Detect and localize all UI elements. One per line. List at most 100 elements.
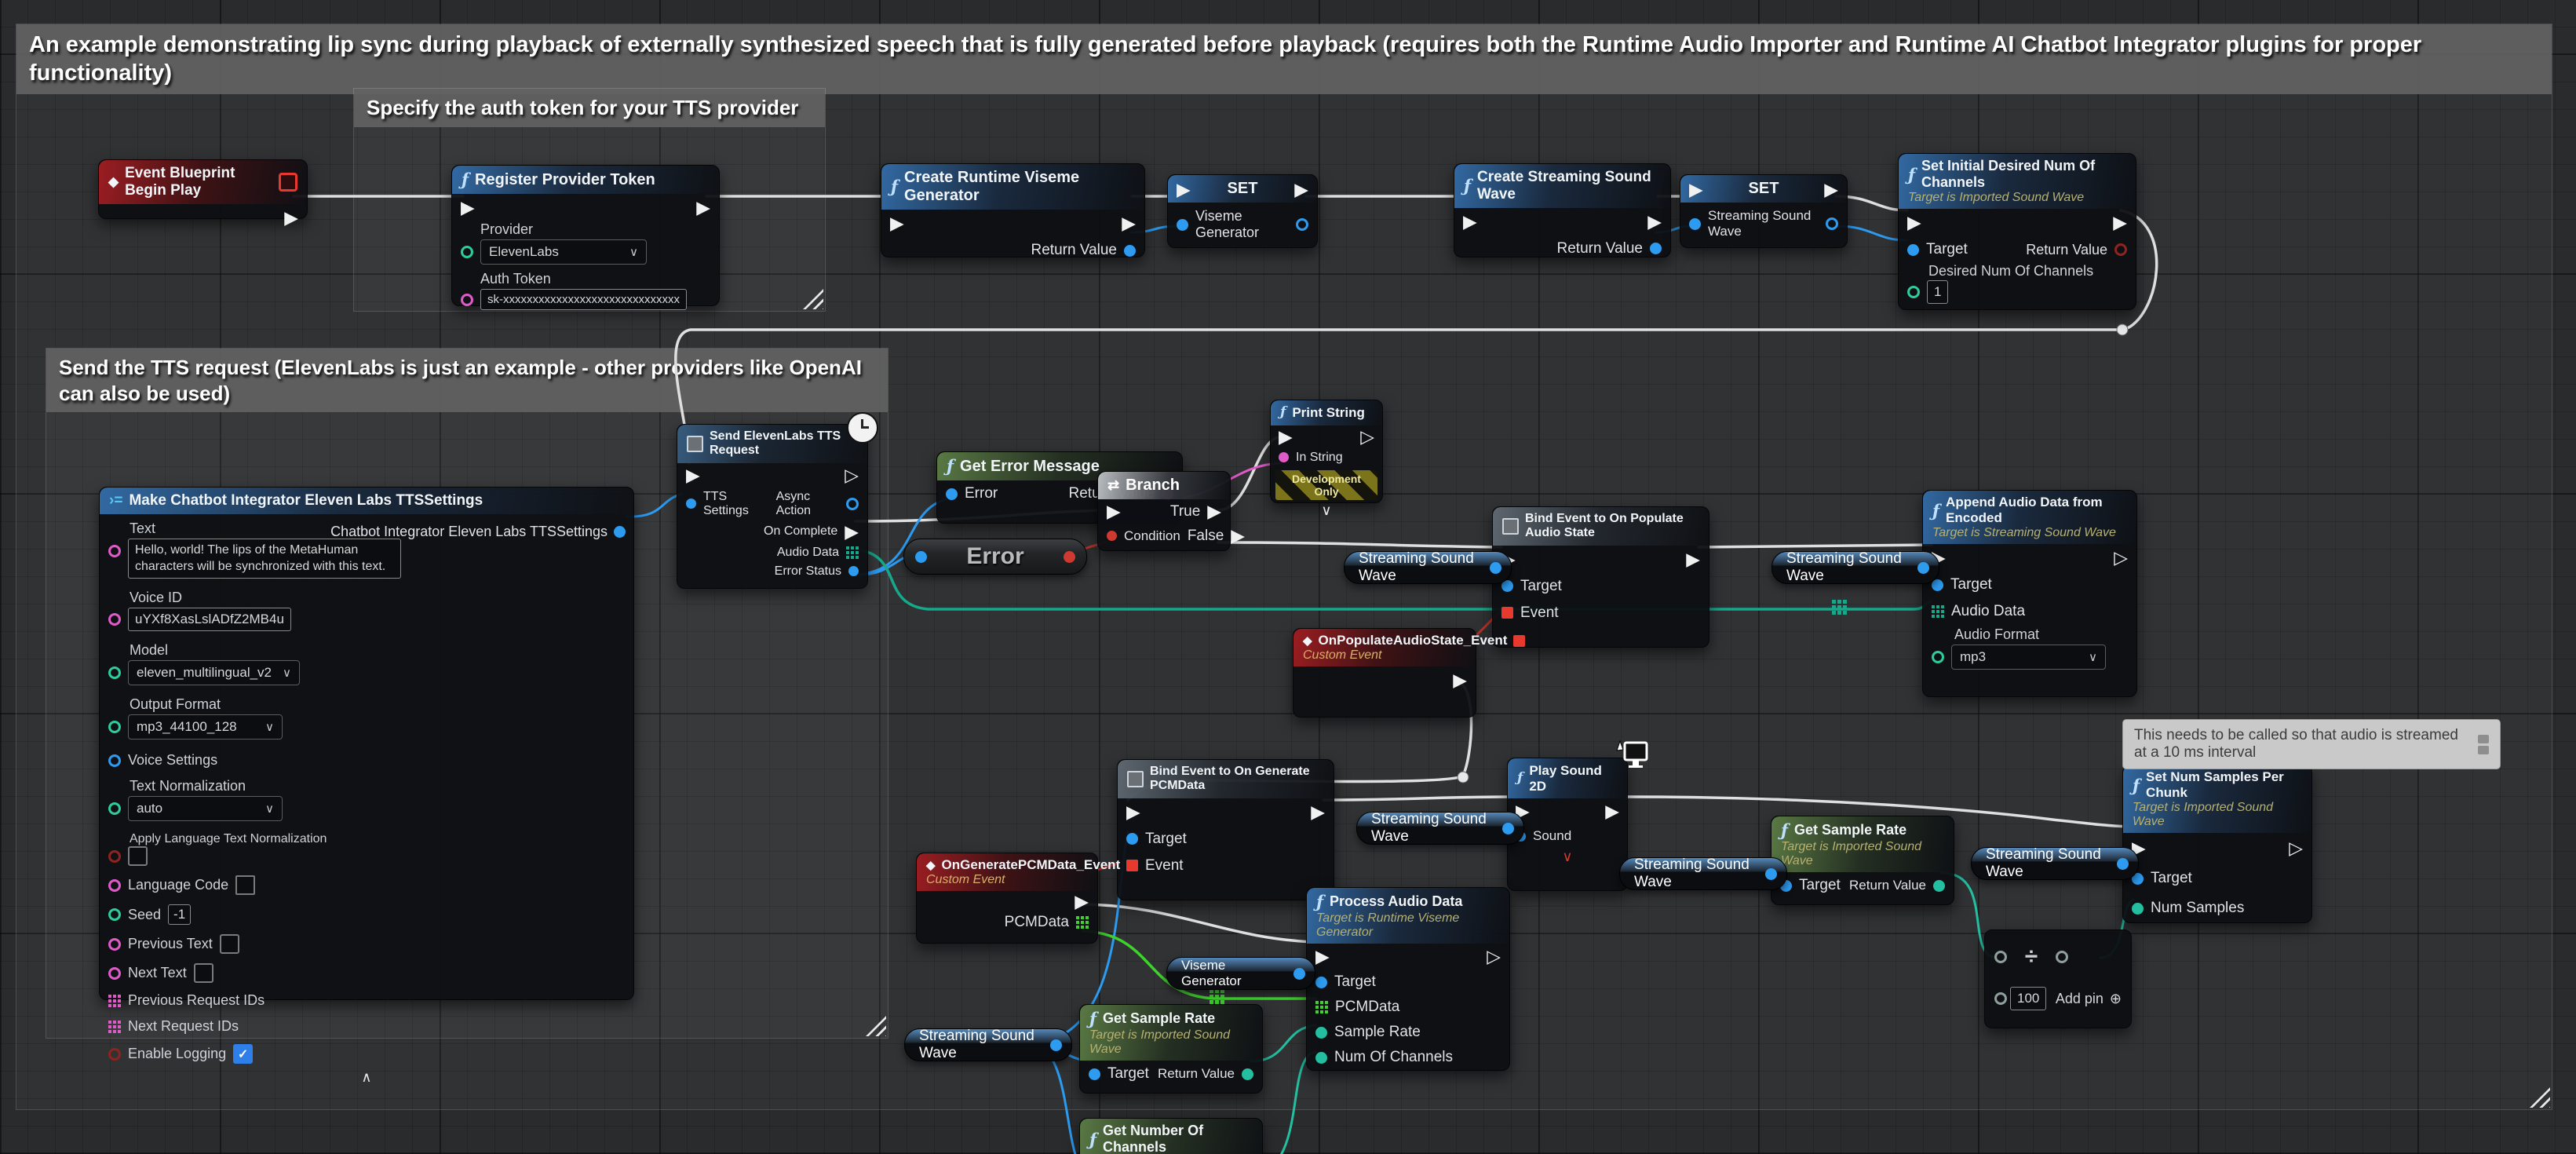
text-pin[interactable] — [108, 545, 121, 557]
node-divide[interactable]: ÷ 100 Add pin⊕ — [1984, 929, 2132, 1028]
previous-text-input[interactable] — [220, 934, 239, 954]
exec-out-pin[interactable]: ▶ — [696, 199, 710, 217]
text-normalization-dropdown[interactable]: auto∨ — [128, 796, 283, 821]
auth-token-input[interactable]: sk-xxxxxxxxxxxxxxxxxxxxxxxxxxxxxx — [480, 289, 687, 310]
exec-out-pin[interactable]: ▶ — [2113, 214, 2127, 232]
delegate-pin[interactable] — [1126, 860, 1138, 871]
exec-out-pin[interactable]: ▷ — [845, 466, 859, 484]
exec-out-pin[interactable]: ▶ — [1294, 181, 1308, 199]
text-normalization-pin[interactable] — [108, 802, 121, 815]
exec-in-pin[interactable]: ▶ — [1126, 803, 1140, 821]
desired-num-channels-input[interactable]: 1 — [1927, 280, 1948, 304]
getter-out-pin[interactable] — [1293, 968, 1305, 980]
exec-in-pin[interactable]: ▶ — [1177, 181, 1191, 199]
exec-out-pin[interactable]: ▶ — [1075, 893, 1089, 911]
exec-in-pin[interactable]: ▶ — [1315, 948, 1330, 966]
target-pin[interactable] — [1907, 244, 1919, 256]
node-append-audio-data-encoded[interactable]: ƒ Append Audio Data from Encoded Target … — [1922, 490, 2137, 697]
provider-dropdown[interactable]: ElevenLabs∨ — [480, 239, 647, 265]
getter-streaming-sound-wave[interactable]: Streaming Sound Wave — [1771, 551, 1939, 584]
return-value-pin[interactable] — [1933, 880, 1945, 892]
delegate-pin[interactable] — [1513, 635, 1525, 647]
voice-id-pin[interactable] — [108, 613, 121, 626]
expand-chevron-icon[interactable]: ∨ — [1508, 848, 1627, 868]
getter-streaming-sound-wave[interactable]: Streaming Sound Wave — [1344, 551, 1512, 584]
exec-out-pin[interactable]: ▶ — [1311, 803, 1325, 821]
exec-in-pin[interactable]: ▶ — [1907, 214, 1921, 232]
divide-input-b-value[interactable]: 100 — [2010, 987, 2046, 1010]
exec-in-pin[interactable]: ▶ — [890, 214, 904, 232]
exec-out-pin[interactable]: ▶ — [1647, 213, 1662, 231]
exec-out-pin[interactable]: ▷ — [1487, 948, 1501, 966]
getter-viseme-generator[interactable]: Viseme Generator — [1166, 957, 1315, 990]
num-channels-pin[interactable] — [1315, 1052, 1327, 1064]
audio-format-pin[interactable] — [1932, 651, 1944, 663]
getter-out-pin[interactable] — [1502, 823, 1514, 834]
node-create-streaming-sound-wave[interactable]: ƒ Create Streaming Sound Wave ▶ ▶ Return… — [1454, 163, 1671, 257]
node-event-begin-play[interactable]: ◆ Event Blueprint Begin Play ▶ — [98, 159, 308, 219]
seed-pin[interactable] — [108, 908, 121, 921]
error-status-pin[interactable] — [848, 566, 859, 576]
async-action-pin[interactable] — [846, 498, 859, 510]
target-pin[interactable] — [1126, 833, 1138, 845]
getter-out-pin[interactable] — [1490, 562, 1501, 574]
node-set-streaming-sound-wave[interactable]: SET ▶ ▶ Streaming Sound Wave — [1680, 174, 1848, 248]
enable-logging-checkbox[interactable]: ✓ — [233, 1044, 253, 1064]
var-in-pin[interactable] — [1177, 219, 1188, 231]
collapse-chevron-icon[interactable]: ∧ — [100, 1068, 633, 1089]
condition-pin[interactable] — [1107, 531, 1117, 541]
getter-streaming-sound-wave[interactable]: Streaming Sound Wave — [1356, 812, 1524, 845]
node-make-tts-settings[interactable]: ›= Make Chatbot Integrator Eleven Labs T… — [99, 487, 634, 1000]
node-on-generate-pcmdata-event[interactable]: ◆ OnGeneratePCMData_Event Custom Event ▶… — [916, 853, 1098, 944]
num-samples-pin[interactable] — [2132, 903, 2144, 915]
node-play-sound-2d[interactable]: ƒ Play Sound 2D ▶ ▶ Sound ∨ — [1507, 758, 1628, 891]
previous-text-pin[interactable] — [108, 938, 121, 951]
node-error-collapsed[interactable]: Error — [903, 539, 1087, 575]
audio-data-array-pin[interactable] — [1932, 605, 1944, 618]
node-create-runtime-viseme-generator[interactable]: ƒ Create Runtime Viseme Generator ▶ ▶ Re… — [881, 163, 1145, 257]
blueprint-graph-canvas[interactable]: An example demonstrating lip sync during… — [0, 0, 2576, 1154]
node-branch[interactable]: ⇄ Branch ▶ True▶ Condition False▶ — [1097, 471, 1231, 551]
node-set-initial-desired-num-channels[interactable]: ƒ Set Initial Desired Num Of Channels Ta… — [1898, 153, 2136, 310]
audio-data-array-pin[interactable] — [846, 546, 859, 559]
tts-settings-pin[interactable] — [686, 498, 696, 509]
auth-token-pin[interactable] — [461, 294, 473, 306]
audio-format-dropdown[interactable]: mp3∨ — [1951, 645, 2106, 670]
node-print-string[interactable]: ƒ Print String ▶ ▷ In String Development… — [1270, 400, 1383, 503]
error-out-pin[interactable] — [1064, 551, 1075, 563]
exec-out-pin[interactable]: ▶ — [1605, 802, 1619, 820]
error-in-pin[interactable] — [915, 551, 927, 563]
pcmdata-array-pin[interactable] — [1315, 1001, 1328, 1013]
exec-out-pin[interactable]: ▶ — [1686, 550, 1700, 568]
true-exec-pin[interactable]: ▶ — [1207, 502, 1221, 520]
next-text-pin[interactable] — [108, 967, 121, 980]
node-get-number-of-channels[interactable]: ƒ Get Number Of Channels Target is Impor… — [1079, 1118, 1263, 1154]
getter-streaming-sound-wave[interactable]: Streaming Sound Wave — [1619, 857, 1787, 890]
node-comment-bubble[interactable]: This needs to be called so that audio is… — [2122, 719, 2501, 769]
add-pin-button[interactable]: Add pin⊕ — [2056, 991, 2122, 1007]
return-value-pin[interactable] — [1242, 1068, 1253, 1080]
divide-input-a-pin[interactable] — [1994, 951, 2007, 963]
model-dropdown[interactable]: eleven_multilingual_v2∨ — [128, 660, 300, 685]
exec-out-pin[interactable]: ▷ — [2114, 549, 2128, 567]
output-format-pin[interactable] — [108, 721, 121, 733]
apply-language-checkbox[interactable] — [128, 846, 148, 866]
provider-enum-pin[interactable] — [461, 246, 473, 258]
exec-out-pin[interactable]: ▶ — [284, 209, 298, 227]
struct-output-pin[interactable] — [614, 526, 626, 538]
exec-out-pin[interactable]: ▶ — [1824, 181, 1838, 199]
seed-input[interactable]: -1 — [168, 904, 191, 925]
getter-out-pin[interactable] — [1917, 562, 1929, 574]
expand-chevron-icon[interactable]: ∨ — [1271, 502, 1382, 522]
error-pin[interactable] — [946, 488, 958, 500]
apply-language-pin[interactable] — [108, 850, 121, 863]
false-exec-pin[interactable]: ▶ — [1231, 527, 1245, 545]
reroute-dot[interactable] — [2117, 324, 2128, 335]
target-pin[interactable] — [1089, 1068, 1100, 1080]
previous-request-ids-pin[interactable] — [108, 995, 121, 1007]
on-complete-exec-pin[interactable]: ▶ — [845, 523, 859, 541]
var-out-pin[interactable] — [1296, 218, 1308, 231]
exec-in-pin[interactable]: ▶ — [686, 466, 700, 484]
next-text-input[interactable] — [194, 963, 213, 983]
enable-logging-pin[interactable] — [108, 1048, 121, 1061]
